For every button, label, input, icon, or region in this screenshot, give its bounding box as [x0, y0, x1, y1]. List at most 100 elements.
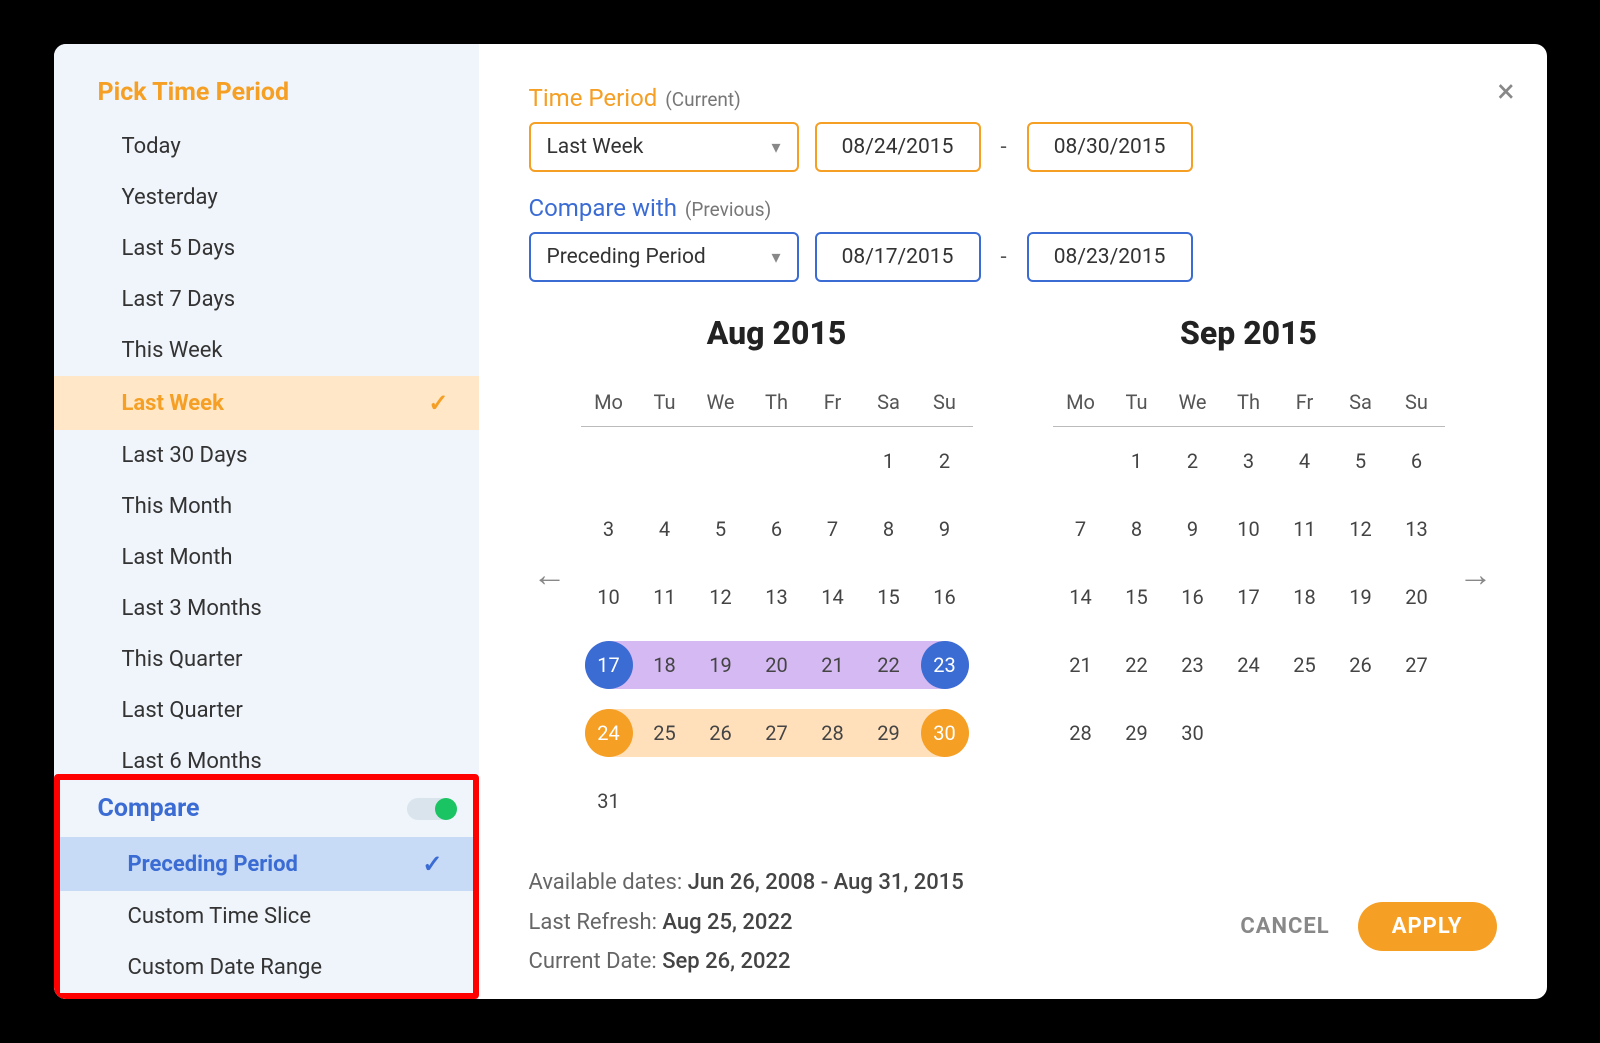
preset-item[interactable]: Yesterday [54, 172, 479, 223]
calendar-day[interactable]: 20 [1393, 573, 1441, 621]
calendar-day[interactable]: 3 [1225, 437, 1273, 485]
compare-preset-select[interactable]: Preceding Period ▾ [529, 232, 799, 282]
calendar-day[interactable]: 22 [865, 641, 913, 689]
preset-item[interactable]: Last Month [54, 532, 479, 583]
calendar-day[interactable]: 17 [1225, 573, 1273, 621]
calendar-day[interactable]: 21 [1057, 641, 1105, 689]
preset-item[interactable]: Last Week ✓ [54, 376, 479, 430]
calendar-day[interactable]: 8 [1113, 505, 1161, 553]
check-icon: ✓ [428, 389, 448, 417]
sidebar-title: Pick Time Period [54, 44, 479, 121]
calendar-day[interactable]: 29 [1113, 709, 1161, 757]
calendar-day[interactable]: 7 [1057, 505, 1105, 553]
calendar-day[interactable]: 28 [809, 709, 857, 757]
compare-option-label: Preceding Period [128, 852, 298, 877]
compare-option[interactable]: Preceding Period✓ [60, 837, 473, 891]
calendar-day[interactable]: 12 [1337, 505, 1385, 553]
preset-item[interactable]: Today [54, 121, 479, 172]
compare-option[interactable]: Custom Date Range [60, 942, 473, 993]
calendar-day[interactable]: 4 [1281, 437, 1329, 485]
calendar-day[interactable]: 18 [641, 641, 689, 689]
calendar-day[interactable]: 23 [1169, 641, 1217, 689]
compare-start-input[interactable]: 08/17/2015 [815, 232, 981, 282]
period-preset-select[interactable]: Last Week ▾ [529, 122, 799, 172]
calendar-day[interactable]: 19 [697, 641, 745, 689]
calendar-day[interactable]: 19 [1337, 573, 1385, 621]
calendar-day[interactable]: 31 [585, 777, 633, 825]
calendar-day[interactable]: 9 [921, 505, 969, 553]
range-dash: - [997, 135, 1011, 160]
calendar-day[interactable]: 3 [585, 505, 633, 553]
calendar-day[interactable]: 18 [1281, 573, 1329, 621]
calendar-day[interactable]: 28 [1057, 709, 1105, 757]
calendar-day[interactable]: 5 [697, 505, 745, 553]
calendar-day[interactable]: 27 [753, 709, 801, 757]
calendar-day[interactable]: 10 [1225, 505, 1273, 553]
calendar-day[interactable]: 21 [809, 641, 857, 689]
calendar-day[interactable]: 8 [865, 505, 913, 553]
chevron-down-icon: ▾ [771, 247, 780, 268]
compare-toggle[interactable] [407, 798, 455, 820]
calendar-day[interactable]: 24 [1225, 641, 1273, 689]
preset-item[interactable]: Last Quarter [54, 685, 479, 736]
preset-label: Last 30 Days [122, 443, 248, 468]
calendar-day[interactable]: 30 [1169, 709, 1217, 757]
calendar-day[interactable]: 27 [1393, 641, 1441, 689]
calendar-day[interactable]: 25 [641, 709, 689, 757]
preset-item[interactable]: Last 5 Days [54, 223, 479, 274]
calendar-day[interactable]: 29 [865, 709, 913, 757]
preset-item[interactable]: Last 30 Days [54, 430, 479, 481]
prev-month-arrow-icon[interactable]: ← [529, 555, 571, 595]
preset-item[interactable]: Last 3 Months [54, 583, 479, 634]
calendar-day [753, 437, 801, 485]
compare-option[interactable]: Custom Time Slice [60, 891, 473, 942]
calendar-day[interactable]: 15 [1113, 573, 1161, 621]
calendar-day[interactable]: 23 [921, 641, 969, 689]
preset-item[interactable]: This Month [54, 481, 479, 532]
calendar-day[interactable]: 9 [1169, 505, 1217, 553]
apply-button[interactable]: APPLY [1358, 902, 1497, 951]
preset-item[interactable]: Last 7 Days [54, 274, 479, 325]
calendar-day[interactable]: 22 [1113, 641, 1161, 689]
cancel-button[interactable]: CANCEL [1240, 914, 1329, 939]
next-month-arrow-icon[interactable]: → [1455, 555, 1497, 595]
calendar-day[interactable]: 30 [921, 709, 969, 757]
calendar-day[interactable]: 11 [1281, 505, 1329, 553]
preset-label: Last Week [122, 391, 224, 416]
calendar-day[interactable]: 11 [641, 573, 689, 621]
calendar-day[interactable]: 5 [1337, 437, 1385, 485]
calendar-day[interactable]: 26 [697, 709, 745, 757]
calendar-day[interactable]: 7 [809, 505, 857, 553]
period-start-input[interactable]: 08/24/2015 [815, 122, 981, 172]
preset-item[interactable]: Last 6 Months [54, 736, 479, 769]
calendar-day[interactable]: 1 [865, 437, 913, 485]
toggle-knob [435, 798, 457, 820]
calendar-day[interactable]: 17 [585, 641, 633, 689]
calendar-day[interactable]: 10 [585, 573, 633, 621]
preset-label: Yesterday [122, 185, 218, 210]
calendar-day[interactable]: 6 [1393, 437, 1441, 485]
calendar-day[interactable]: 26 [1337, 641, 1385, 689]
calendar-day[interactable]: 15 [865, 573, 913, 621]
calendar-day[interactable]: 25 [1281, 641, 1329, 689]
calendar-day[interactable]: 13 [753, 573, 801, 621]
dow-label: We [706, 390, 734, 414]
calendar-day[interactable]: 14 [1057, 573, 1105, 621]
calendar-day[interactable]: 16 [921, 573, 969, 621]
preset-item[interactable]: This Week [54, 325, 479, 376]
compare-end-input[interactable]: 08/23/2015 [1027, 232, 1193, 282]
close-icon[interactable]: × [1497, 72, 1514, 110]
calendar-day[interactable]: 13 [1393, 505, 1441, 553]
calendar-day[interactable]: 1 [1113, 437, 1161, 485]
calendar-day[interactable]: 16 [1169, 573, 1217, 621]
preset-item[interactable]: This Quarter [54, 634, 479, 685]
calendar-day[interactable]: 4 [641, 505, 689, 553]
calendar-day[interactable]: 2 [1169, 437, 1217, 485]
period-end-input[interactable]: 08/30/2015 [1027, 122, 1193, 172]
calendar-day[interactable]: 14 [809, 573, 857, 621]
calendar-day[interactable]: 6 [753, 505, 801, 553]
calendar-day[interactable]: 24 [585, 709, 633, 757]
calendar-day[interactable]: 2 [921, 437, 969, 485]
calendar-day[interactable]: 20 [753, 641, 801, 689]
calendar-day[interactable]: 12 [697, 573, 745, 621]
